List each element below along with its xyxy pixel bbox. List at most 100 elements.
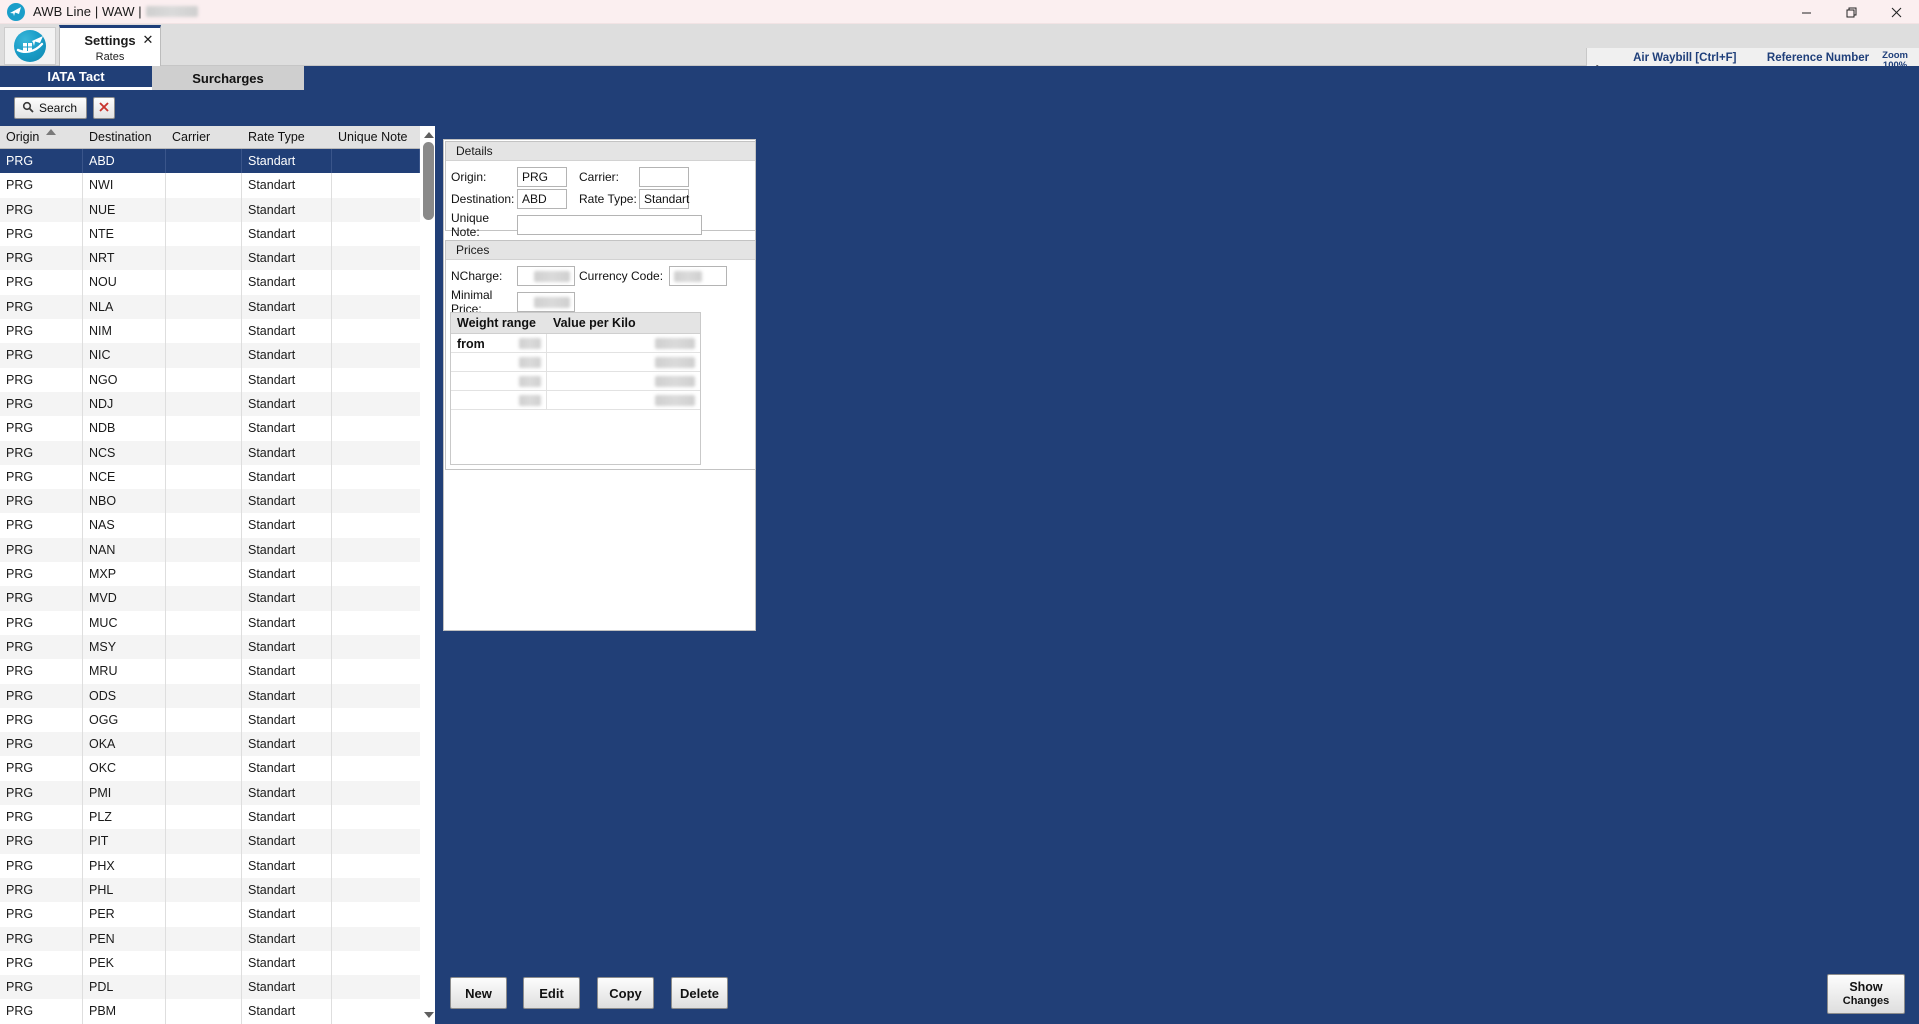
table-cell-rate: Standart: [242, 853, 332, 878]
scroll-up-icon[interactable]: [421, 128, 436, 142]
table-cell-origin: PRG: [0, 780, 83, 806]
table-row[interactable]: PRG MRU Standart: [0, 659, 420, 684]
table-row[interactable]: PRG MSY Standart: [0, 634, 420, 660]
weight-break-row[interactable]: [451, 353, 700, 372]
weight-break-row[interactable]: [451, 391, 700, 410]
column-header-destination[interactable]: Destination: [83, 126, 166, 149]
destination-label: Destination:: [451, 192, 515, 206]
table-row[interactable]: PRG NWI Standart: [0, 173, 420, 198]
table-row[interactable]: PRG PEN Standart: [0, 926, 420, 951]
table-row[interactable]: PRG MXP Standart: [0, 562, 420, 587]
show-changes-button[interactable]: Show Changes: [1827, 974, 1905, 1014]
table-row[interactable]: PRG OGG Standart: [0, 707, 420, 733]
value-per-kilo-cell[interactable]: [547, 334, 700, 353]
weight-break-row[interactable]: [451, 334, 700, 353]
table-row[interactable]: PRG NAN Standart: [0, 537, 420, 563]
table-row[interactable]: PRG NIM Standart: [0, 319, 420, 344]
table-row[interactable]: PRG PHL Standart: [0, 877, 420, 903]
table-cell-dest: NCE: [83, 464, 166, 490]
table-row[interactable]: PRG PMI Standart: [0, 780, 420, 806]
section-tabs: IATA Tact Surcharges: [0, 66, 304, 90]
window-controls: [1784, 0, 1919, 24]
grid-vertical-scrollbar[interactable]: [420, 126, 435, 1024]
scrollbar-thumb[interactable]: [423, 142, 434, 220]
weight-breaks-table-body[interactable]: [451, 334, 700, 410]
tab-surcharges[interactable]: Surcharges: [152, 66, 304, 90]
close-icon[interactable]: [1874, 0, 1919, 24]
minimize-icon[interactable]: [1784, 0, 1829, 24]
table-cell-origin: PRG: [0, 926, 83, 951]
carrier-input[interactable]: [639, 167, 689, 187]
table-row[interactable]: PRG PHX Standart: [0, 853, 420, 878]
table-cell-carrier: [166, 610, 242, 635]
currency-code-input[interactable]: [669, 266, 727, 286]
column-header-origin[interactable]: Origin: [0, 126, 83, 149]
unique-note-input[interactable]: [517, 215, 702, 235]
table-cell-dest: PER: [83, 902, 166, 927]
copy-button[interactable]: Copy: [597, 977, 654, 1009]
table-cell-note: [332, 392, 420, 416]
clear-search-button[interactable]: [93, 97, 116, 119]
table-row[interactable]: PRG NAS Standart: [0, 513, 420, 538]
table-row[interactable]: PRG NGO Standart: [0, 367, 420, 392]
search-button[interactable]: Search: [14, 97, 88, 119]
table-row[interactable]: PRG NTE Standart: [0, 221, 420, 247]
tab-iata-tact[interactable]: IATA Tact: [0, 66, 152, 90]
table-row[interactable]: PRG NOU Standart: [0, 270, 420, 295]
document-tab-settings[interactable]: Settings Rates ✕: [59, 25, 161, 66]
weight-break-row[interactable]: [451, 372, 700, 391]
table-row[interactable]: PRG PER Standart: [0, 902, 420, 927]
minimal-price-input[interactable]: [517, 292, 575, 312]
table-row[interactable]: PRG OKC Standart: [0, 756, 420, 781]
table-cell-note: [332, 756, 420, 780]
origin-input[interactable]: PRG: [517, 167, 567, 187]
column-header-unique-note[interactable]: Unique Note: [332, 126, 420, 149]
weight-range-from-cell[interactable]: [451, 391, 547, 410]
rates-grid-body[interactable]: PRG ABD Standart PRG NWI Standart PRG NUE Standa…: [0, 149, 420, 1024]
table-cell-carrier: [166, 246, 242, 271]
ncharge-input[interactable]: [517, 266, 575, 286]
column-header-origin-label: Origin: [6, 129, 40, 144]
table-cell-origin: PRG: [0, 319, 83, 344]
table-row[interactable]: PRG ODS Standart: [0, 683, 420, 708]
table-row[interactable]: PRG PIT Standart: [0, 829, 420, 854]
delete-button[interactable]: Delete: [671, 977, 728, 1009]
table-row[interactable]: PRG OKA Standart: [0, 732, 420, 757]
value-per-kilo-cell[interactable]: [547, 372, 700, 391]
restore-icon[interactable]: [1829, 0, 1874, 24]
weight-range-from-cell[interactable]: [451, 372, 547, 391]
rate-type-input[interactable]: Standart: [639, 189, 689, 209]
table-cell-rate: Standart: [242, 391, 332, 417]
table-row[interactable]: PRG MVD Standart: [0, 586, 420, 611]
table-row[interactable]: PRG PLZ Standart: [0, 805, 420, 830]
edit-button[interactable]: Edit: [523, 977, 580, 1009]
column-header-rate-type[interactable]: Rate Type: [242, 126, 332, 149]
table-row[interactable]: PRG NDB Standart: [0, 416, 420, 441]
table-row[interactable]: PRG NIC Standart: [0, 343, 420, 368]
table-row[interactable]: PRG NUE Standart: [0, 197, 420, 222]
table-row[interactable]: PRG NCS Standart: [0, 440, 420, 465]
table-row[interactable]: PRG ABD Standart: [0, 149, 420, 174]
weight-range-from-cell[interactable]: [451, 334, 547, 353]
value-per-kilo-cell[interactable]: [547, 353, 700, 372]
table-cell-carrier: [166, 586, 242, 611]
column-header-carrier[interactable]: Carrier: [166, 126, 242, 149]
table-cell-carrier: [166, 294, 242, 320]
table-row[interactable]: PRG NRT Standart: [0, 246, 420, 271]
table-cell-rate: Standart: [242, 780, 332, 806]
weight-range-from-cell[interactable]: [451, 353, 547, 372]
value-per-kilo-cell[interactable]: [547, 391, 700, 410]
ncharge-label: NCharge:: [451, 269, 503, 283]
table-row[interactable]: PRG NCE Standart: [0, 464, 420, 490]
table-row[interactable]: PRG NDJ Standart: [0, 391, 420, 417]
table-cell-carrier: [166, 221, 242, 247]
table-row[interactable]: PRG NLA Standart: [0, 294, 420, 320]
table-cell-origin: PRG: [0, 513, 83, 538]
destination-input[interactable]: ABD: [517, 189, 567, 209]
table-cell-rate: Standart: [242, 756, 332, 781]
table-row[interactable]: PRG MUC Standart: [0, 610, 420, 635]
new-button[interactable]: New: [450, 977, 507, 1009]
document-tab-close-icon[interactable]: ✕: [141, 32, 155, 46]
table-row[interactable]: PRG NBO Standart: [0, 489, 420, 514]
table-cell-rate: Standart: [242, 489, 332, 514]
